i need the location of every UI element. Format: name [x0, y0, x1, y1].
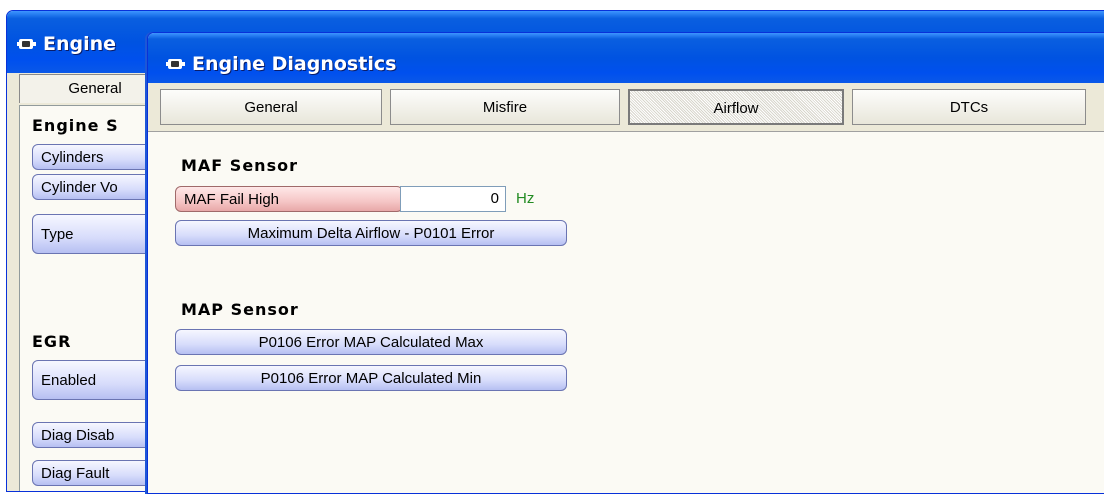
- maf-fail-high-button[interactable]: MAF Fail High: [175, 186, 403, 212]
- tab-misfire[interactable]: Misfire: [390, 89, 620, 125]
- engine-diagnostics-window: Engine Diagnostics General Misfire Airfl…: [147, 32, 1104, 494]
- maf-fail-high-unit: Hz: [516, 190, 535, 207]
- max-delta-airflow-button[interactable]: Maximum Delta Airflow - P0101 Error: [175, 220, 567, 246]
- tab-airflow[interactable]: Airflow: [628, 89, 844, 125]
- engine-window-title: Engine: [43, 33, 117, 55]
- airflow-panel: MAF Sensor MAF Fail High 0 Hz Maximum De…: [148, 131, 1104, 493]
- map-calculated-min-button[interactable]: P0106 Error MAP Calculated Min: [175, 365, 567, 391]
- engine-diagnostics-titlebar[interactable]: Engine Diagnostics: [148, 33, 1104, 83]
- engine-section-heading: Engine S: [32, 116, 119, 135]
- engine-app-icon: [166, 59, 185, 69]
- diagnostics-tab-strip: General Misfire Airflow DTCs: [154, 89, 1104, 125]
- map-calculated-max-button[interactable]: P0106 Error MAP Calculated Max: [175, 329, 567, 355]
- engine-diagnostics-title: Engine Diagnostics: [192, 53, 397, 75]
- map-sensor-heading: MAP Sensor: [181, 300, 299, 319]
- tab-general[interactable]: General: [160, 89, 382, 125]
- engine-app-icon: [17, 39, 36, 49]
- tab-dtcs[interactable]: DTCs: [852, 89, 1086, 125]
- egr-section-heading: EGR: [32, 332, 72, 351]
- maf-fail-high-input[interactable]: 0: [400, 186, 506, 212]
- maf-sensor-heading: MAF Sensor: [181, 156, 298, 175]
